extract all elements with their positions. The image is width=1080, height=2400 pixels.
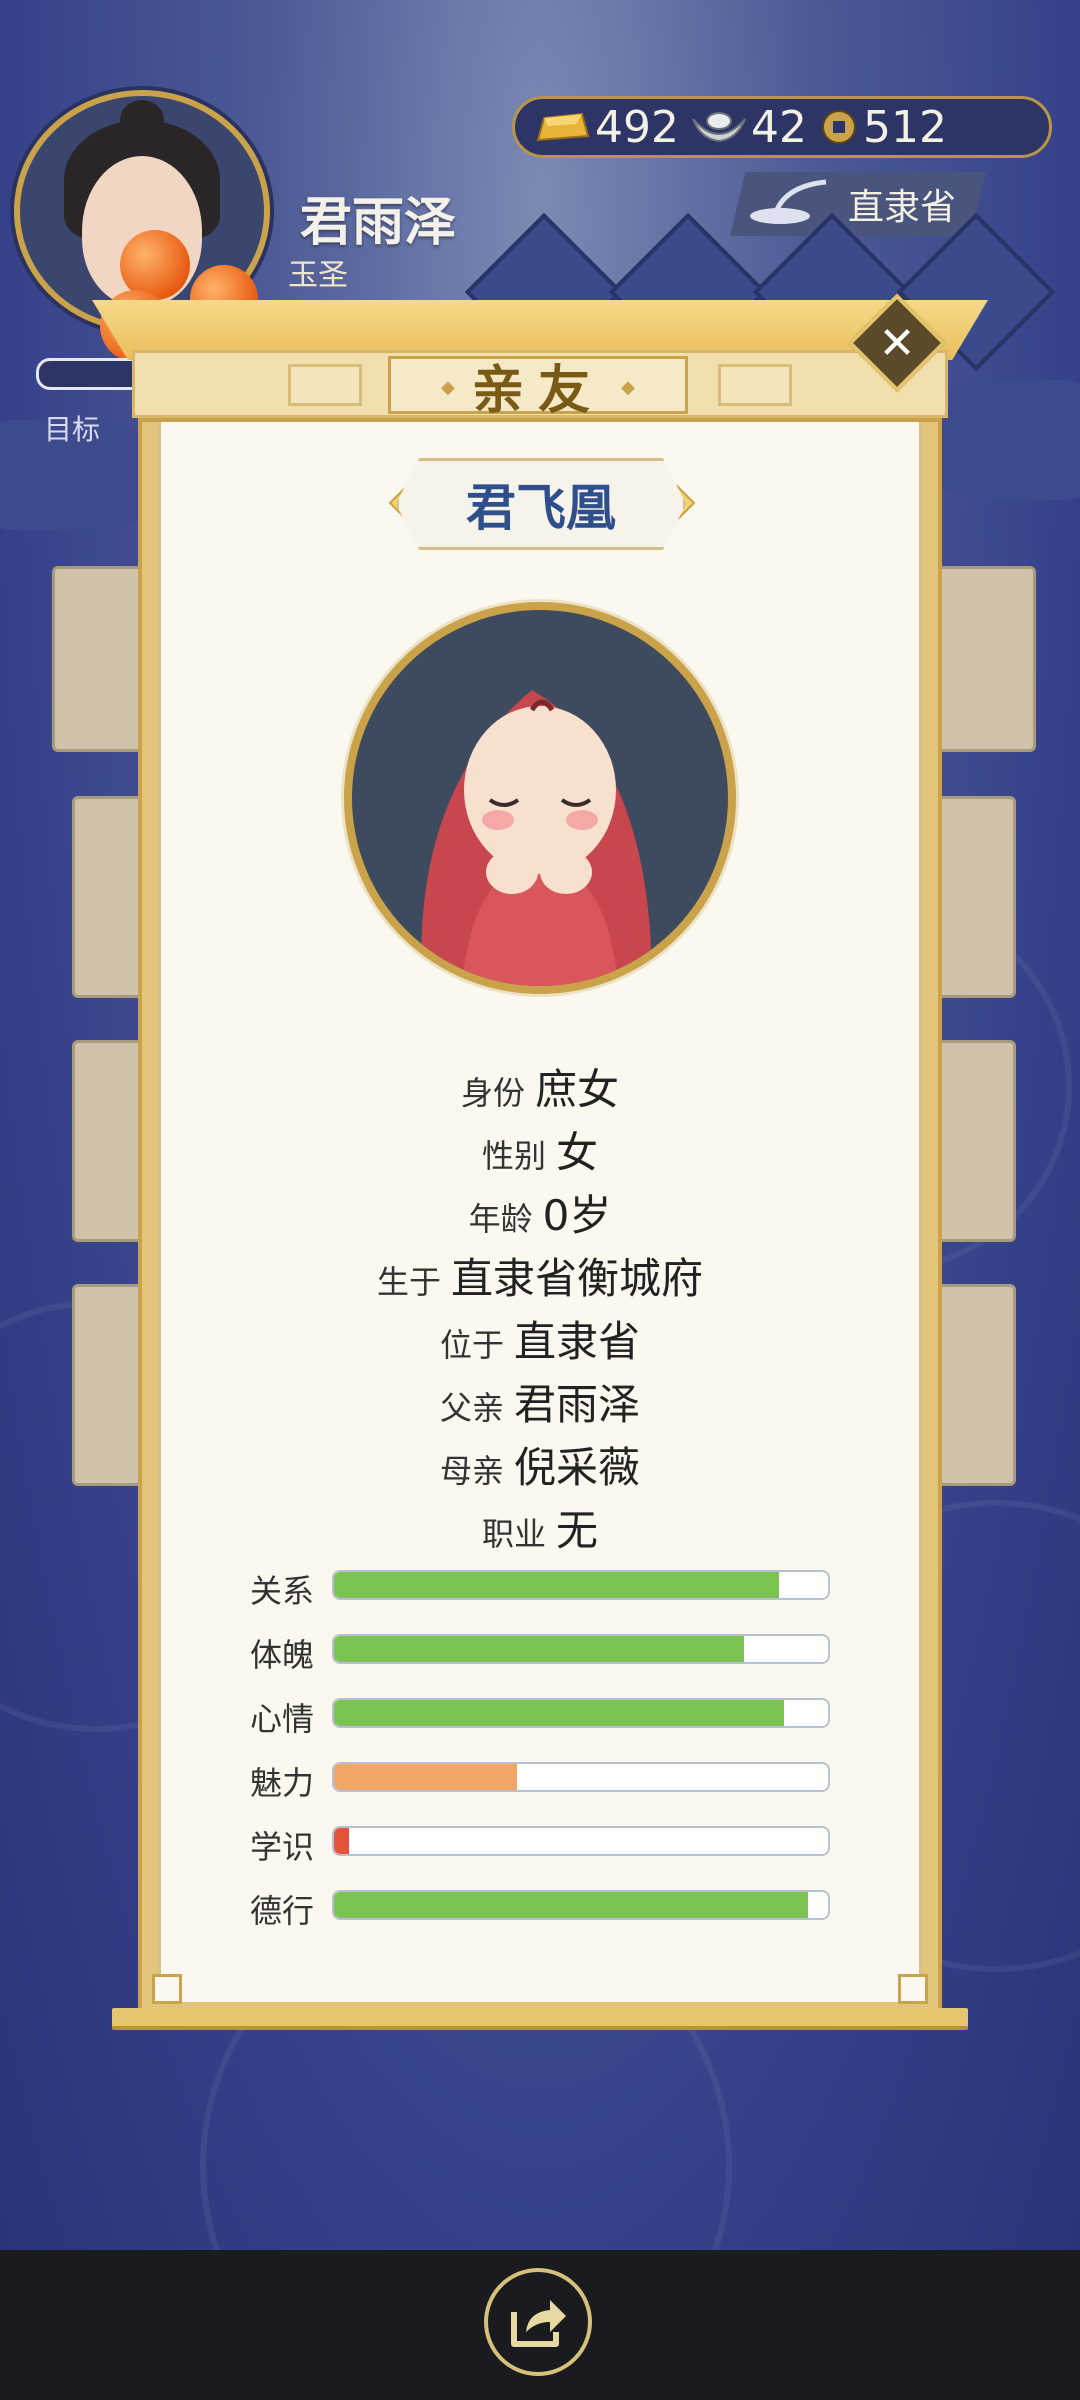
stat-label-mood: 心情 <box>250 1700 315 1738</box>
player-name: 君雨泽 <box>300 193 457 253</box>
avatar-bun <box>120 100 164 140</box>
info-row-father: 父亲 君雨泽 <box>439 1380 641 1429</box>
coin-currency[interactable]: 512 <box>819 102 947 153</box>
stat-label-knowledge: 学识 <box>250 1828 315 1866</box>
panel-corner-right <box>898 1974 928 2004</box>
info-row-gender: 性别女 <box>481 1128 599 1177</box>
character-name: 君飞凰 <box>466 479 616 537</box>
silver-value: 42 <box>750 101 807 153</box>
stat-label-charm: 魅力 <box>250 1764 315 1802</box>
player-title: 玉圣 <box>288 258 348 293</box>
stat-fill-physique <box>334 1636 745 1662</box>
location-label: 直隶省 <box>847 187 956 228</box>
info-row-occupation: 职业无 <box>481 1506 599 1555</box>
gold-ingot-icon <box>535 107 591 147</box>
stat-bar-charm <box>332 1762 830 1792</box>
modal-header: 亲友 <box>92 300 988 430</box>
info-row-age: 年龄 0岁 <box>468 1191 612 1240</box>
stat-fill-charm <box>334 1764 517 1790</box>
panel-bottom-rod <box>112 2008 968 2030</box>
currency-bar: 492 42 512 <box>512 96 1052 158</box>
stat-fill-mood <box>334 1700 784 1726</box>
coins-value: 512 <box>862 101 947 153</box>
header-side-left <box>288 364 362 406</box>
baby-illustration <box>421 690 652 986</box>
modal-title-plate: 亲友 <box>388 356 688 421</box>
character-name-plate: 君飞凰 <box>396 458 686 550</box>
coin-icon <box>819 107 859 147</box>
silver-ingot-icon <box>691 107 747 147</box>
panel-corner-left <box>152 1974 182 2004</box>
gold-currency[interactable]: 492 <box>535 102 679 153</box>
character-portrait <box>344 602 736 994</box>
silver-currency[interactable]: 42 <box>691 102 807 153</box>
info-row-mother: 母亲 倪采薇 <box>439 1443 641 1492</box>
location-icon <box>750 179 827 224</box>
stat-bar-mood <box>332 1698 830 1728</box>
stat-bar-virtue <box>332 1890 830 1920</box>
share-icon <box>511 2300 566 2347</box>
stat-fill-knowledge <box>334 1828 349 1854</box>
stat-label-relationship: 关系 <box>250 1572 315 1610</box>
header-side-right <box>718 364 792 406</box>
modal-title: 亲友 <box>471 360 604 421</box>
info-row-identity: 身份 庶女 <box>460 1065 620 1114</box>
stat-bar-relationship <box>332 1570 830 1600</box>
close-icon: ✕ <box>878 317 916 369</box>
info-row-location: 位于 直隶省 <box>439 1317 641 1366</box>
stat-fill-virtue <box>334 1892 809 1918</box>
stat-bar-knowledge <box>332 1826 830 1856</box>
info-row-birthplace: 生于 直隶省衡城府 <box>376 1254 704 1303</box>
stat-bar-physique <box>332 1634 830 1664</box>
gold-value: 492 <box>595 101 679 153</box>
stat-label-virtue: 德行 <box>250 1892 315 1930</box>
stat-fill-relationship <box>334 1572 779 1598</box>
share-button[interactable] <box>484 2268 592 2376</box>
stat-label-physique: 体魄 <box>250 1636 315 1674</box>
